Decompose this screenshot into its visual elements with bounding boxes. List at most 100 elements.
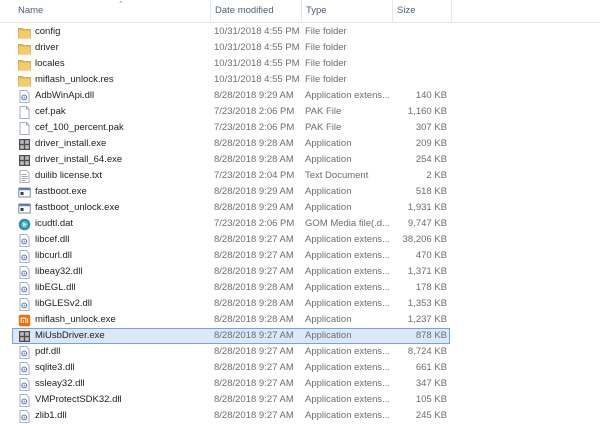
column-header-date[interactable]: Date modified <box>211 0 301 22</box>
text-file-icon <box>18 170 31 183</box>
dll-icon <box>18 410 31 423</box>
file-row[interactable]: miflash_unlock.exe 8/28/2018 9:28 AM Appli… <box>12 312 450 328</box>
file-date-modified: 10/31/2018 4:55 PM <box>214 74 300 85</box>
file-row[interactable]: VMProtectSDK32.dll 8/28/2018 9:27 AM Appli… <box>12 392 450 408</box>
dll-icon <box>18 90 31 103</box>
file-row[interactable]: libEGL.dll 8/28/2018 9:28 AM Application e… <box>12 280 450 296</box>
file-type: Application <box>305 202 352 213</box>
file-size: 1,371 KB <box>407 266 447 277</box>
file-date-modified: 7/23/2018 2:06 PM <box>214 122 295 133</box>
file-size <box>391 41 447 55</box>
folder-icon <box>18 26 31 39</box>
file-row[interactable]: libcurl.dll 8/28/2018 9:27 AM Application … <box>12 248 450 264</box>
file-row[interactable]: cef.pak 7/23/2018 2:06 PM PAK File 1,160 KB <box>12 104 450 120</box>
file-name: libeay32.dll <box>35 266 83 277</box>
file-row[interactable]: pdf.dll 8/28/2018 9:27 AM Application exte… <box>12 344 450 360</box>
file-date-modified: 10/31/2018 4:55 PM <box>214 42 300 53</box>
file-row[interactable]: libeay32.dll 8/28/2018 9:27 AM Application… <box>12 264 450 280</box>
file-size: 8,724 KB <box>407 346 447 357</box>
file-name: libEGL.dll <box>35 282 76 293</box>
file-type: PAK File <box>305 106 342 117</box>
file-size: 140 KB <box>415 90 447 101</box>
file-size: 9,747 KB <box>407 218 447 229</box>
file-type: File folder <box>305 42 347 53</box>
file-row[interactable]: locales 10/31/2018 4:55 PM File folder <box>12 56 450 72</box>
file-size: 661 KB <box>415 362 447 373</box>
file-type: Application extens... <box>305 378 391 389</box>
file-type: Application <box>305 186 352 197</box>
file-type: Application extens... <box>305 362 391 373</box>
file-date-modified: 8/28/2018 9:28 AM <box>214 314 294 325</box>
column-divider[interactable] <box>451 0 452 22</box>
file-size <box>391 25 447 39</box>
media-file-icon <box>18 218 31 231</box>
file-size: 209 KB <box>415 138 447 149</box>
dll-icon <box>18 378 31 391</box>
file-row[interactable]: fastboot.exe 8/28/2018 9:29 AM Application… <box>12 184 450 200</box>
file-row[interactable]: libcef.dll 8/28/2018 9:27 AM Application e… <box>12 232 450 248</box>
file-type: Application <box>305 314 352 325</box>
file-row[interactable]: driver 10/31/2018 4:55 PM File folder <box>12 40 450 56</box>
file-row[interactable]: driver_install_64.exe 8/28/2018 9:28 AM Ap… <box>12 152 450 168</box>
file-size: 347 KB <box>415 378 447 389</box>
file-row[interactable]: driver_install.exe 8/28/2018 9:28 AM Appli… <box>12 136 450 152</box>
file-name: miflash_unlock.res <box>35 74 114 85</box>
file-type: Application extens... <box>305 298 391 309</box>
file-type: Application extens... <box>305 250 391 261</box>
folder-icon <box>18 58 31 71</box>
file-name: driver <box>35 42 59 53</box>
file-row[interactable]: cef_100_percent.pak 7/23/2018 2:06 PM PAK … <box>12 120 450 136</box>
file-type: GOM Media file(.d... <box>305 218 390 229</box>
file-name: libGLESv2.dll <box>35 298 93 309</box>
file-row[interactable]: zlib1.dll 8/28/2018 9:27 AM Application ex… <box>12 408 450 424</box>
file-row[interactable]: fastboot_unlock.exe 8/28/2018 9:29 AM Appl… <box>12 200 450 216</box>
folder-icon <box>18 42 31 55</box>
file-name: sqlite3.dll <box>35 362 75 373</box>
file-row[interactable]: ssleay32.dll 8/28/2018 9:27 AM Application… <box>12 376 450 392</box>
column-header-size[interactable]: Size <box>393 0 451 22</box>
file-size: 178 KB <box>415 282 447 293</box>
file-size: 1,237 KB <box>407 314 447 325</box>
file-type: Application <box>305 154 352 165</box>
file-type: Application extens... <box>305 282 391 293</box>
file-date-modified: 8/28/2018 9:27 AM <box>214 330 294 341</box>
file-row[interactable]: libGLESv2.dll 8/28/2018 9:28 AM Applicatio… <box>12 296 450 312</box>
column-header-name[interactable]: Name ⌃ <box>14 0 210 22</box>
file-size: 307 KB <box>415 122 447 133</box>
file-row[interactable]: AdbWinApi.dll 8/28/2018 9:29 AM Applicatio… <box>12 88 450 104</box>
dll-icon <box>18 282 31 295</box>
file-row[interactable]: MiUsbDriver.exe 8/28/2018 9:27 AM Applicat… <box>12 328 450 344</box>
file-row[interactable]: icudtl.dat 7/23/2018 2:06 PM GOM Media fil… <box>12 216 450 232</box>
file-size: 470 KB <box>415 250 447 261</box>
file-date-modified: 7/23/2018 2:04 PM <box>214 170 295 181</box>
file-name: duilib license.txt <box>35 170 103 181</box>
file-row[interactable]: miflash_unlock.res 10/31/2018 4:55 PM File… <box>12 72 450 88</box>
dll-icon <box>18 346 31 359</box>
file-row[interactable]: duilib license.txt 7/23/2018 2:04 PM Text … <box>12 168 450 184</box>
file-type: Text Document <box>305 170 369 181</box>
column-header-date-label: Date modified <box>215 5 274 16</box>
file-name: locales <box>35 58 65 69</box>
file-row[interactable]: config 10/31/2018 4:55 PM File folder <box>12 24 450 40</box>
app-window-icon <box>18 202 31 215</box>
file-type: Application extens... <box>305 346 391 357</box>
dll-icon <box>18 250 31 263</box>
column-header-bar: Name ⌃ Date modified Type Size <box>0 0 600 23</box>
file-name: AdbWinApi.dll <box>35 90 95 101</box>
file-date-modified: 8/28/2018 9:27 AM <box>214 362 294 373</box>
file-type: File folder <box>305 26 347 37</box>
dll-icon <box>18 394 31 407</box>
dll-icon <box>18 362 31 375</box>
file-date-modified: 8/28/2018 9:28 AM <box>214 154 294 165</box>
file-size: 105 KB <box>415 394 447 405</box>
file-name: icudtl.dat <box>35 218 74 229</box>
file-name: ssleay32.dll <box>35 378 85 389</box>
file-size <box>391 57 447 71</box>
file-name: driver_install_64.exe <box>35 154 123 165</box>
app-window-icon <box>18 186 31 199</box>
file-type: PAK File <box>305 122 342 133</box>
file-name: pdf.dll <box>35 346 61 357</box>
column-header-type[interactable]: Type <box>302 0 392 22</box>
file-date-modified: 8/28/2018 9:28 AM <box>214 138 294 149</box>
file-row[interactable]: sqlite3.dll 8/28/2018 9:27 AM Application … <box>12 360 450 376</box>
